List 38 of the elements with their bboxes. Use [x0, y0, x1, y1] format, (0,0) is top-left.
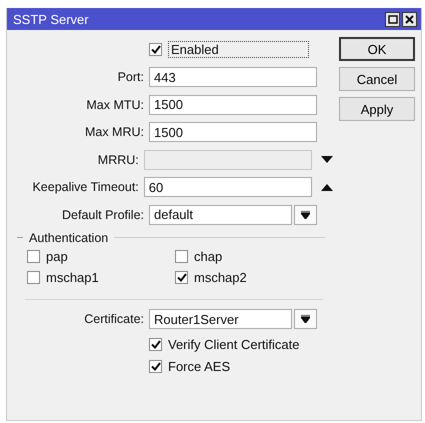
- close-icon: [405, 14, 414, 24]
- checkbox[interactable]: chap: [175, 248, 325, 264]
- close-button[interactable]: [402, 12, 417, 26]
- checkmark-icon: [150, 362, 160, 371]
- input-field[interactable]: 1500: [149, 122, 317, 142]
- checkbox[interactable]: mschap2: [175, 270, 325, 284]
- maximize-button[interactable]: [385, 12, 400, 26]
- dropdown-arrow-icon: [301, 210, 310, 219]
- dropdown-field[interactable]: default: [149, 204, 292, 225]
- checkbox[interactable]: pap: [27, 248, 175, 264]
- dialog-button[interactable]: OK: [339, 37, 415, 61]
- down-triangle-icon: [321, 156, 334, 164]
- field-label: MRRU:: [96, 152, 140, 167]
- checkmark-icon: [150, 45, 160, 54]
- dropdown-button[interactable]: [294, 204, 317, 225]
- field-label: Max MTU:: [85, 98, 145, 112]
- checkbox[interactable]: Force AES: [149, 359, 337, 374]
- checkbox[interactable]: Verify Client Certificate: [149, 337, 337, 352]
- maximize-icon: [388, 14, 398, 24]
- checkbox[interactable]: mschap1: [27, 270, 175, 284]
- field-label: Max MRU:: [84, 125, 145, 140]
- group-title: Authentication: [28, 230, 110, 244]
- window-title: SSTP Server: [13, 12, 90, 26]
- dropdown-field[interactable]: Router1Server: [149, 309, 292, 330]
- checkmark-icon: [150, 340, 160, 349]
- dialog-button[interactable]: Apply: [339, 97, 415, 121]
- input-field[interactable]: 60: [144, 177, 312, 198]
- field-label: Certificate:: [83, 312, 145, 326]
- input-field[interactable]: 1500: [149, 94, 317, 115]
- field-label: Keepalive Timeout:: [31, 180, 140, 194]
- checkmark-icon: [176, 272, 186, 282]
- up-triangle-icon: [321, 184, 334, 191]
- dropdown-button[interactable]: [294, 309, 317, 330]
- dropdown-arrow-icon: [301, 315, 310, 324]
- field-label: Default Profile:: [61, 208, 145, 222]
- input-field[interactable]: 443: [149, 67, 317, 88]
- dialog-button[interactable]: Cancel: [339, 67, 415, 91]
- field-label: Port:: [116, 70, 145, 84]
